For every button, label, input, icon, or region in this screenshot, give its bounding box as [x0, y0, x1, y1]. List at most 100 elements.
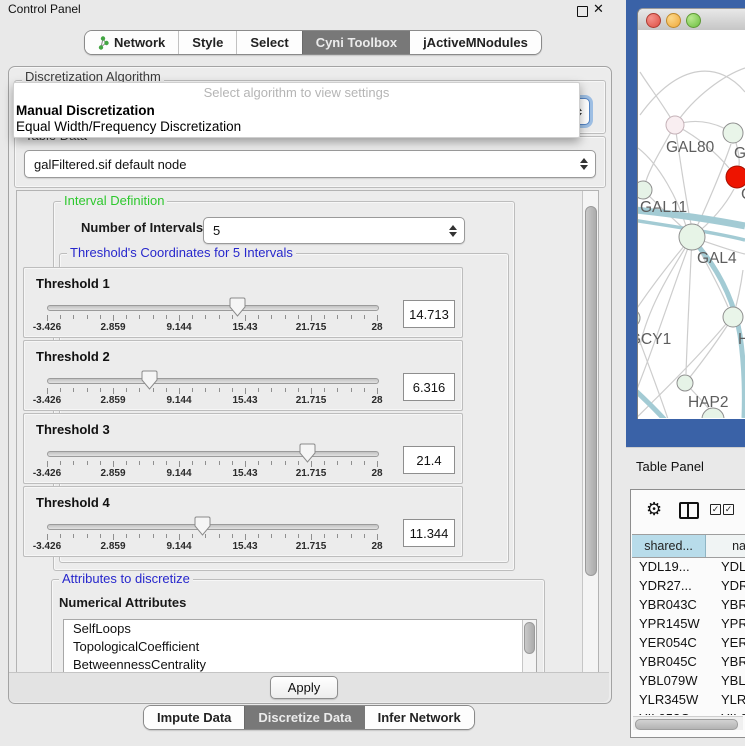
cell-name[interactable]: YBL0: [715, 671, 745, 690]
mode-tab-infer-network[interactable]: Infer Network: [365, 706, 474, 729]
cell-shared-name[interactable]: YLR345W: [632, 690, 715, 709]
tab-network[interactable]: Network: [85, 31, 178, 54]
attributes-scrollbar-thumb[interactable]: [524, 622, 535, 654]
network-node-gal80[interactable]: [666, 116, 684, 134]
table-row[interactable]: YLR345WYLR3: [632, 690, 745, 709]
cell-name[interactable]: YPR1: [715, 614, 745, 633]
attribute-item-selfloops[interactable]: SelfLoops: [64, 620, 536, 638]
minimize-window-icon[interactable]: [666, 13, 681, 28]
cell-name[interactable]: YDR2: [715, 576, 745, 595]
mode-tab-impute-data[interactable]: Impute Data: [144, 706, 244, 729]
tab-cyni-toolbox[interactable]: Cyni Toolbox: [302, 31, 410, 54]
cell-name[interactable]: YDL1: [715, 557, 745, 576]
slider-thumb[interactable]: [141, 370, 158, 390]
control-panel-tabbar: NetworkStyleSelectCyni ToolboxjActiveMNo…: [84, 30, 542, 55]
combo-arrows-icon: [447, 225, 459, 237]
tab-select[interactable]: Select: [236, 31, 301, 54]
cell-name[interactable]: YLR3: [715, 690, 745, 709]
network-node-gcy1[interactable]: [638, 309, 640, 327]
network-canvas[interactable]: GAL80GACGAL11GAL4GCY1HHAP2: [638, 30, 745, 418]
threshold-value-field[interactable]: 11.344: [403, 519, 455, 547]
zoom-window-icon[interactable]: [686, 13, 701, 28]
slider-track[interactable]: [47, 451, 379, 457]
network-node-hap2[interactable]: [677, 375, 693, 391]
table-row[interactable]: YBR043CYBR0: [632, 595, 745, 614]
hscrollbar-thumb[interactable]: [635, 719, 738, 730]
threshold-value-field[interactable]: 14.713: [403, 300, 455, 328]
slider-tick: [324, 461, 325, 465]
network-edge[interactable]: [675, 68, 745, 125]
table-row[interactable]: YPR145WYPR1: [632, 614, 745, 633]
network-node-gal4[interactable]: [679, 224, 705, 250]
table-horizontal-scrollbar[interactable]: [633, 716, 743, 730]
numerical-attributes-label: Numerical Attributes: [59, 595, 186, 610]
slider-tick-label: 21.715: [283, 468, 339, 479]
network-icon: [98, 36, 109, 50]
network-edge[interactable]: [638, 237, 692, 311]
numerical-attributes-list[interactable]: SelfLoopsTopologicalCoefficientBetweenne…: [63, 619, 537, 674]
cell-shared-name[interactable]: YER054C: [632, 633, 715, 652]
network-node-h[interactable]: [723, 307, 743, 327]
attribute-item-topologicalcoefficient[interactable]: TopologicalCoefficient: [64, 638, 536, 656]
slider-tick-label: 9.144: [151, 468, 207, 479]
network-edge[interactable]: [640, 71, 745, 115]
slider-track[interactable]: [47, 305, 379, 311]
table-row[interactable]: YBR045CYBR0: [632, 652, 745, 671]
cell-shared-name[interactable]: YBR043C: [632, 595, 715, 614]
table-data-combobox[interactable]: galFiltered.sif default node: [24, 150, 596, 178]
tab-style[interactable]: Style: [178, 31, 236, 54]
checkbox-icon[interactable]: ✓: [710, 504, 721, 515]
column-header-name[interactable]: na: [706, 535, 745, 557]
slider-track[interactable]: [47, 524, 379, 530]
network-edge[interactable]: [640, 72, 675, 125]
slider-track[interactable]: [47, 378, 379, 384]
network-window-titlebar[interactable]: [638, 9, 745, 31]
network-node-gal11[interactable]: [638, 181, 652, 199]
cell-name[interactable]: YIL0: [715, 709, 745, 715]
number-of-intervals-combobox[interactable]: 5: [203, 217, 465, 244]
attributes-list-scrollbar[interactable]: [522, 620, 536, 674]
cell-name[interactable]: YBR0: [715, 595, 745, 614]
network-edge[interactable]: [686, 237, 692, 374]
close-window-icon[interactable]: [646, 13, 661, 28]
cell-name[interactable]: YBR0: [715, 652, 745, 671]
threshold-value-field[interactable]: 6.316: [403, 373, 455, 401]
mode-tab-discretize-data[interactable]: Discretize Data: [244, 706, 364, 729]
table-row[interactable]: YDR27...YDR2: [632, 576, 745, 595]
threshold-2-box: Threshold 2-3.4262.8599.14415.4321.71528…: [23, 340, 463, 411]
table-row[interactable]: YDL19...YDL1: [632, 557, 745, 576]
table-data-value: galFiltered.sif default node: [25, 157, 578, 172]
close-icon[interactable]: ✕: [593, 1, 604, 17]
cell-shared-name[interactable]: YPR145W: [632, 614, 715, 633]
slider-thumb[interactable]: [299, 443, 316, 463]
slider-thumb[interactable]: [229, 297, 246, 317]
cell-shared-name[interactable]: YDL19...: [632, 557, 715, 576]
table-row[interactable]: YBL079WYBL0: [632, 671, 745, 690]
split-pane-icon[interactable]: [679, 502, 699, 519]
slider-thumb[interactable]: [194, 516, 211, 536]
network-edge[interactable]: [640, 237, 692, 345]
algorithm-option-equal-width-frequency-discretization[interactable]: Equal Width/Frequency Discretization: [14, 119, 579, 135]
settings-scrollbar-thumb[interactable]: [585, 206, 597, 576]
algorithm-option-manual-discretization[interactable]: Manual Discretization: [14, 103, 579, 119]
threshold-value-field[interactable]: 21.4: [403, 446, 455, 474]
tab-jactivemnodules[interactable]: jActiveMNodules: [410, 31, 541, 54]
table-row[interactable]: YER054CYER0: [632, 633, 745, 652]
network-edge[interactable]: [690, 317, 733, 377]
network-node-ga[interactable]: [723, 123, 743, 143]
settings-scrollbar[interactable]: [582, 191, 598, 673]
float-window-icon[interactable]: [577, 6, 588, 17]
slider-tick: [219, 534, 220, 538]
network-node-red-node[interactable]: [726, 166, 745, 188]
cell-shared-name[interactable]: YIL052C: [632, 709, 715, 715]
apply-button[interactable]: Apply: [270, 676, 338, 699]
cell-shared-name[interactable]: YDR27...: [632, 576, 715, 595]
gear-icon[interactable]: ⚙: [646, 499, 662, 520]
cell-shared-name[interactable]: YBL079W: [632, 671, 715, 690]
table-row[interactable]: YIL052CYIL0: [632, 709, 745, 715]
column-header-shared-name[interactable]: shared...: [632, 535, 706, 557]
checkbox-icon[interactable]: ✓: [723, 504, 734, 515]
slider-tick: [205, 388, 206, 392]
cell-name[interactable]: YER0: [715, 633, 745, 652]
cell-shared-name[interactable]: YBR045C: [632, 652, 715, 671]
